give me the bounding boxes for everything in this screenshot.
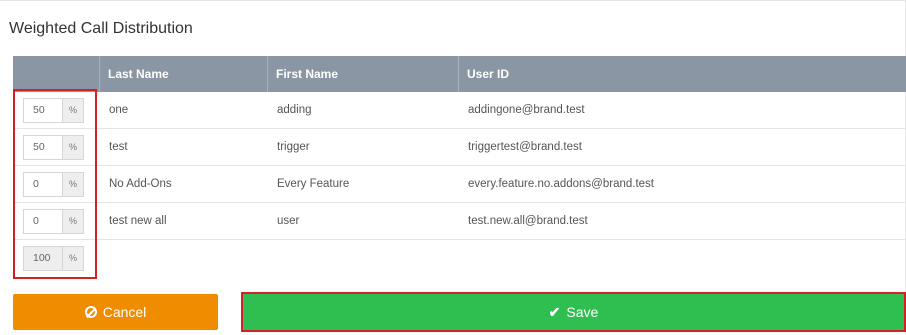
- first-name-cell: adding: [277, 104, 312, 116]
- column-header-weight: [13, 56, 98, 92]
- weight-input-group[interactable]: 50 %: [23, 135, 84, 160]
- column-header-first-name[interactable]: First Name: [276, 56, 338, 92]
- page-title: Weighted Call Distribution: [9, 20, 193, 37]
- first-name-cell: trigger: [277, 141, 310, 153]
- user-id-cell: addingone@brand.test: [468, 104, 585, 116]
- weight-input[interactable]: 50: [24, 99, 63, 122]
- percent-addon: %: [63, 99, 83, 122]
- ban-icon: [84, 306, 97, 318]
- weight-input[interactable]: 0: [24, 210, 63, 233]
- column-header-user-id[interactable]: User ID: [467, 56, 509, 92]
- table-row: 0 % No Add-Ons Every Feature every.featu…: [13, 166, 906, 203]
- check-icon: ✔: [548, 303, 561, 320]
- weight-input-group[interactable]: 0 %: [23, 172, 84, 197]
- weight-input-group[interactable]: 0 %: [23, 209, 84, 234]
- save-button-label: Save: [566, 304, 599, 320]
- weight-input-group[interactable]: 50 %: [23, 98, 84, 123]
- percent-addon: %: [63, 210, 83, 233]
- table-row: 50 % test trigger triggertest@brand.test: [13, 129, 906, 166]
- percent-addon: %: [63, 173, 83, 196]
- cancel-button-label: Cancel: [102, 304, 147, 320]
- last-name-cell: No Add-Ons: [109, 178, 172, 190]
- weight-input[interactable]: 50: [24, 136, 63, 159]
- user-id-cell: triggertest@brand.test: [468, 141, 582, 153]
- first-name-cell: user: [277, 215, 300, 227]
- weight-total: 100 %: [23, 246, 84, 271]
- table-row: 0 % test new all user test.new.all@brand…: [13, 203, 906, 240]
- user-id-cell: every.feature.no.addons@brand.test: [468, 178, 654, 190]
- cancel-button[interactable]: Cancel: [13, 294, 218, 330]
- table-header: Last Name First Name User ID: [13, 56, 906, 92]
- last-name-cell: test new all: [109, 215, 167, 227]
- user-id-cell: test.new.all@brand.test: [468, 215, 588, 227]
- percent-addon: %: [63, 136, 83, 159]
- first-name-cell: Every Feature: [277, 178, 350, 190]
- last-name-cell: one: [109, 104, 129, 116]
- percent-addon: %: [63, 247, 83, 270]
- column-header-last-name[interactable]: Last Name: [108, 56, 169, 92]
- weight-input[interactable]: 0: [24, 173, 63, 196]
- save-button[interactable]: ✔ Save: [241, 294, 906, 330]
- weight-total-value: 100: [24, 247, 63, 270]
- last-name-cell: test: [109, 141, 128, 153]
- table-row: 50 % one adding addingone@brand.test: [13, 92, 906, 129]
